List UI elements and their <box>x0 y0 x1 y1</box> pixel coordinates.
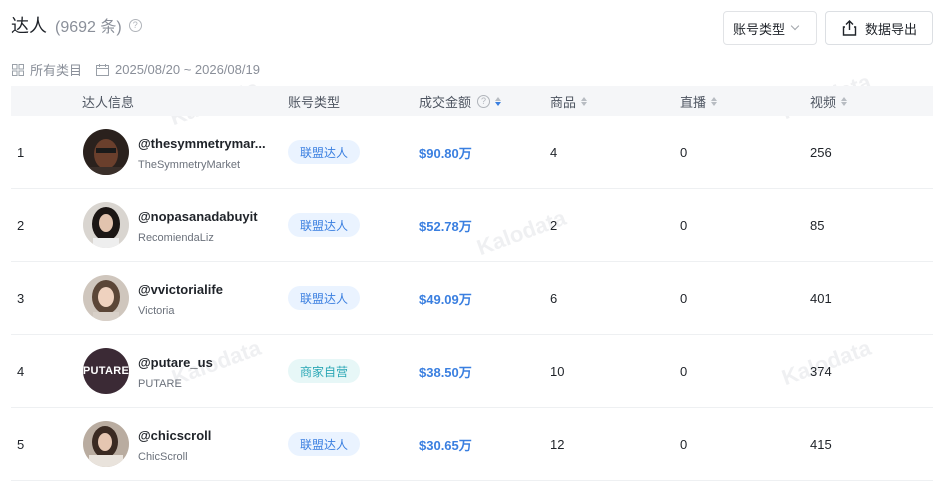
sort-icon[interactable] <box>495 96 502 106</box>
video-count: 401 <box>810 290 832 306</box>
avatar[interactable]: PUTARE <box>83 348 129 394</box>
rank: 1 <box>17 144 25 160</box>
calendar-icon <box>96 63 110 76</box>
category-filter[interactable]: 所有类目 <box>12 60 82 79</box>
creator-handle[interactable]: @chicscroll <box>138 428 211 443</box>
sort-icon[interactable] <box>841 96 848 106</box>
creator-nickname: PUTARE <box>138 378 182 390</box>
account-type-badge: 联盟达人 <box>288 213 361 237</box>
creator-handle[interactable]: @nopasanadabuyit <box>138 209 258 224</box>
column-header-info: 达人信息 <box>82 86 134 116</box>
rank: 3 <box>17 290 25 306</box>
table-row[interactable]: 3 @vvictorialife Victoria 联盟达人 $49.09万 6… <box>11 262 933 335</box>
sales-amount: $30.65万 <box>419 437 472 453</box>
creator-nickname: Victoria <box>138 305 175 317</box>
column-header-info-label: 达人信息 <box>82 94 135 110</box>
help-icon[interactable]: ? <box>128 18 142 32</box>
avatar[interactable] <box>83 129 129 175</box>
creator-nickname: TheSymmetryMarket <box>138 159 241 171</box>
chevron-down-icon <box>790 21 800 31</box>
sales-amount: $90.80万 <box>419 145 472 161</box>
column-header-video-label: 视频 <box>810 94 837 110</box>
video-count: 415 <box>810 436 832 452</box>
rank: 5 <box>17 436 25 452</box>
column-header-live-label: 直播 <box>680 94 707 110</box>
live-count: 0 <box>680 144 688 160</box>
table-header: 达人信息 账号类型 成交金额 ? 商品 直播 视频 <box>11 86 933 116</box>
putare-logo: PUTARE <box>83 365 129 377</box>
sales-amount: $38.50万 <box>419 364 472 380</box>
share-export-icon <box>842 20 857 36</box>
account-type-badge: 联盟达人 <box>288 432 361 456</box>
avatar[interactable] <box>83 421 129 467</box>
column-header-products-label: 商品 <box>550 94 577 110</box>
export-button-label: 数据导出 <box>865 21 918 37</box>
column-header-amount[interactable]: 成交金额 ? <box>419 86 502 116</box>
page-title: 达人 (9692 条) ? <box>11 12 142 38</box>
avatar[interactable] <box>83 275 129 321</box>
creator-nickname: RecomiendaLiz <box>138 232 214 244</box>
table-row[interactable]: 5 @chicscroll ChicScroll 联盟达人 $30.65万 12… <box>11 408 933 481</box>
creator-handle[interactable]: @thesymmetrymar... <box>138 136 266 151</box>
help-icon[interactable]: ? <box>477 94 491 108</box>
product-count: 12 <box>550 436 565 452</box>
account-type-badge: 商家自营 <box>288 359 361 383</box>
sort-icon[interactable] <box>581 96 588 106</box>
table-row[interactable]: 4 PUTARE @putare_us PUTARE 商家自营 $38.50万 … <box>11 335 933 408</box>
avatar[interactable] <box>83 202 129 248</box>
video-count: 85 <box>810 217 825 233</box>
column-header-account-type-label: 账号类型 <box>288 94 341 110</box>
product-count: 6 <box>550 290 558 306</box>
rank: 2 <box>17 217 25 233</box>
column-header-live[interactable]: 直播 <box>680 86 718 116</box>
export-button[interactable]: 数据导出 <box>825 11 933 45</box>
column-header-video[interactable]: 视频 <box>810 86 848 116</box>
date-range-label: 2025/08/20 ~ 2026/08/19 <box>115 62 260 77</box>
live-count: 0 <box>680 363 688 379</box>
result-count: (9692 条) <box>55 19 122 36</box>
video-count: 374 <box>810 363 832 379</box>
column-header-amount-label: 成交金额 <box>419 94 472 110</box>
sort-icon[interactable] <box>711 96 718 106</box>
page-title-text: 达人 <box>11 16 47 36</box>
video-count: 256 <box>810 144 832 160</box>
account-type-badge: 联盟达人 <box>288 286 361 310</box>
creator-handle[interactable]: @vvictorialife <box>138 282 223 297</box>
filter-bar: 所有类目 2025/08/20 ~ 2026/08/19 <box>12 60 260 79</box>
column-header-products[interactable]: 商品 <box>550 86 588 116</box>
live-count: 0 <box>680 217 688 233</box>
column-header-account-type: 账号类型 <box>288 86 340 116</box>
table-row[interactable]: 1 @thesymmetrymar... TheSymmetryMarket 联… <box>11 116 933 189</box>
date-range-filter[interactable]: 2025/08/20 ~ 2026/08/19 <box>96 62 260 77</box>
sales-amount: $49.09万 <box>419 291 472 307</box>
account-type-select[interactable]: 账号类型 <box>723 11 817 45</box>
live-count: 0 <box>680 290 688 306</box>
rank: 4 <box>17 363 25 379</box>
creator-handle[interactable]: @putare_us <box>138 355 213 370</box>
category-filter-label: 所有类目 <box>30 63 83 78</box>
sales-amount: $52.78万 <box>419 218 472 234</box>
creator-nickname: ChicScroll <box>138 451 188 463</box>
live-count: 0 <box>680 436 688 452</box>
grid-icon <box>12 63 24 76</box>
product-count: 10 <box>550 363 565 379</box>
table-row[interactable]: 2 @nopasanadabuyit RecomiendaLiz 联盟达人 $5… <box>11 189 933 262</box>
product-count: 4 <box>550 144 558 160</box>
product-count: 2 <box>550 217 558 233</box>
account-type-select-label: 账号类型 <box>733 21 786 37</box>
account-type-badge: 联盟达人 <box>288 140 361 164</box>
